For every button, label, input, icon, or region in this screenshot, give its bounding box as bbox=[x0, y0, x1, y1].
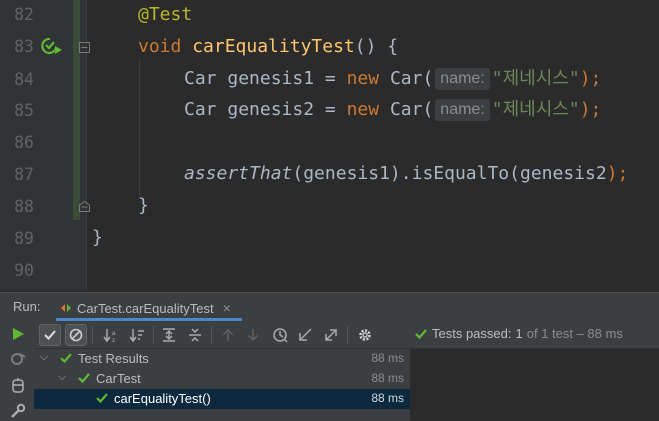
status-passed-count: 1 bbox=[515, 326, 523, 341]
rerun-failed-icon[interactable] bbox=[9, 376, 27, 394]
import-tests-icon[interactable] bbox=[294, 324, 316, 346]
test-config-icon bbox=[61, 304, 71, 312]
play-icon[interactable] bbox=[9, 325, 27, 343]
line-number: 83 bbox=[14, 37, 34, 56]
tree-row-car-equality-test[interactable]: carEqualityTest() 88 ms bbox=[34, 389, 410, 409]
code-line[interactable]: void carEqualityTest() { bbox=[138, 36, 398, 58]
vcs-change-marker[interactable] bbox=[73, 0, 80, 220]
line-number: 82 bbox=[14, 5, 34, 24]
line-number: 87 bbox=[14, 165, 34, 184]
run-test-icon[interactable] bbox=[40, 36, 64, 56]
sort-alphabetically-icon[interactable]: az bbox=[100, 324, 122, 346]
line-number: 85 bbox=[14, 101, 34, 120]
tree-duration: 88 ms bbox=[371, 391, 404, 405]
indent-guide bbox=[139, 58, 140, 198]
tree-label: carEqualityTest() bbox=[114, 391, 211, 406]
check-icon bbox=[415, 328, 427, 339]
line-number: 90 bbox=[14, 261, 34, 280]
check-icon bbox=[60, 353, 72, 364]
svg-text:a: a bbox=[112, 331, 116, 337]
no-icon[interactable] bbox=[65, 324, 87, 346]
check-icon bbox=[96, 393, 108, 404]
chevron-down-icon[interactable]: ⌵ bbox=[58, 371, 66, 384]
run-tab-label: CarTest.carEqualityTest bbox=[77, 300, 214, 316]
tree-duration: 88 ms bbox=[371, 351, 404, 365]
toolbar-separator bbox=[92, 326, 93, 344]
code-line[interactable]: assertThat(genesis1).isEqualTo(genesis2)… bbox=[184, 163, 628, 185]
line-number: 88 bbox=[14, 197, 34, 216]
code-line[interactable]: @Test bbox=[138, 4, 192, 26]
toolbar-separator bbox=[347, 326, 348, 344]
wrench-icon[interactable] bbox=[9, 402, 27, 420]
toolbar-separator bbox=[211, 326, 212, 344]
code-editor[interactable]: 82 83 84 85 86 87 88 89 90 @Test void ca… bbox=[0, 0, 659, 290]
gear-icon[interactable] bbox=[354, 324, 376, 346]
status-detail: of 1 test – 88 ms bbox=[526, 326, 623, 341]
check-icon[interactable] bbox=[39, 324, 61, 346]
code-line[interactable]: Car genesis1 = new Car(name: "제네시스"); bbox=[184, 68, 601, 90]
check-icon bbox=[78, 373, 90, 384]
fold-icon[interactable] bbox=[79, 40, 90, 53]
tree-duration: 88 ms bbox=[371, 371, 404, 385]
line-number: 89 bbox=[14, 229, 34, 248]
status-label: Tests passed: bbox=[432, 326, 512, 341]
toolbar-separator bbox=[153, 326, 154, 344]
arrow-down-icon[interactable] bbox=[242, 324, 264, 346]
chevron-down-icon[interactable]: ⌵ bbox=[40, 351, 48, 364]
export-tests-icon[interactable] bbox=[320, 324, 342, 346]
tree-label: Test Results bbox=[78, 351, 149, 366]
run-tool-header: Run: CarTest.carEqualityTest × bbox=[0, 292, 659, 321]
close-icon[interactable]: × bbox=[223, 300, 231, 316]
debug-rerun-icon[interactable] bbox=[9, 350, 27, 368]
run-config-tab[interactable]: CarTest.carEqualityTest × bbox=[60, 297, 231, 319]
svg-text:z: z bbox=[112, 338, 115, 343]
parameter-hint: name: bbox=[435, 68, 490, 90]
collapse-all-icon[interactable] bbox=[184, 324, 206, 346]
run-title: Run: bbox=[13, 299, 41, 314]
test-output-console[interactable] bbox=[410, 349, 659, 421]
test-results-tree[interactable]: ⌵ Test Results 88 ms ⌵ CarTest 88 ms car… bbox=[34, 349, 410, 421]
line-number: 84 bbox=[14, 70, 34, 89]
history-icon[interactable] bbox=[269, 324, 291, 346]
expand-all-icon[interactable] bbox=[158, 324, 180, 346]
tree-row-test-results[interactable]: ⌵ Test Results 88 ms bbox=[34, 349, 410, 369]
tree-label: CarTest bbox=[96, 371, 141, 386]
sort-duration-icon[interactable] bbox=[126, 324, 148, 346]
run-side-toolbar bbox=[0, 321, 34, 421]
line-number: 86 bbox=[14, 133, 34, 152]
fold-end-icon[interactable] bbox=[79, 199, 90, 212]
arrow-up-icon[interactable] bbox=[217, 324, 239, 346]
parameter-hint: name: bbox=[435, 99, 490, 121]
test-status: Tests passed: 1 of 1 test – 88 ms bbox=[414, 326, 623, 341]
tree-row-cartest[interactable]: ⌵ CarTest 88 ms bbox=[34, 369, 410, 389]
code-line[interactable]: } bbox=[138, 195, 149, 217]
code-line[interactable]: Car genesis2 = new Car(name: "제네시스"); bbox=[184, 99, 601, 121]
code-line[interactable]: } bbox=[92, 227, 103, 249]
